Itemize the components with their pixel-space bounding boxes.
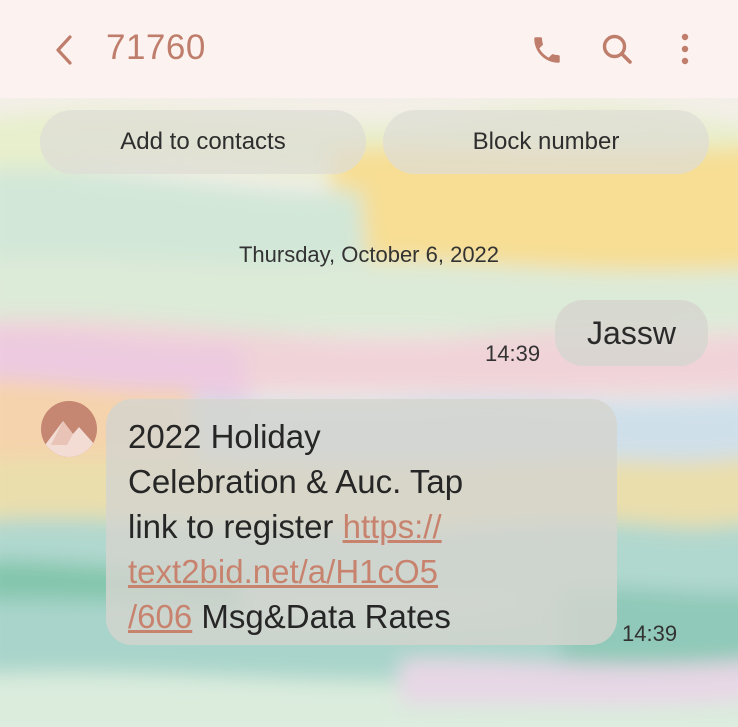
message-text-segment: link to register [128, 508, 343, 545]
message-link[interactable]: text2bid.net/a/H1cO5 [128, 553, 438, 590]
message-line: text2bid.net/a/H1cO5 [128, 549, 598, 594]
incoming-message-text: 2022 Holiday Celebration & Auc. Tap link… [128, 414, 598, 639]
add-to-contacts-label: Add to contacts [120, 128, 286, 155]
outgoing-message-bubble[interactable]: Jassw [555, 300, 708, 366]
phone-icon[interactable] [530, 33, 564, 67]
message-line: Celebration & Auc. Tap [128, 463, 464, 500]
message-link[interactable]: https:// [343, 508, 442, 545]
back-arrow-icon[interactable] [50, 33, 78, 67]
date-separator: Thursday, October 6, 2022 [238, 242, 500, 267]
message-text-segment: Msg&Data Rates [192, 598, 451, 635]
incoming-message-time: 14:39 [622, 621, 678, 646]
outgoing-message-text: Jassw [587, 314, 676, 351]
block-number-label: Block number [472, 128, 620, 155]
search-icon[interactable] [601, 33, 633, 65]
message-line: 2022 Holiday [128, 418, 321, 455]
message-line: link to register https:// [128, 504, 598, 549]
message-line: /606 Msg&Data Rates [128, 594, 598, 639]
conversation-title: 71760 [106, 28, 206, 67]
block-number-button[interactable]: Block number [383, 110, 709, 174]
sender-avatar-icon[interactable] [41, 401, 97, 457]
message-link[interactable]: /606 [128, 598, 192, 635]
outgoing-message-time: 14:39 [485, 341, 541, 366]
add-to-contacts-button[interactable]: Add to contacts [40, 110, 366, 174]
more-options-icon[interactable] [678, 33, 692, 65]
